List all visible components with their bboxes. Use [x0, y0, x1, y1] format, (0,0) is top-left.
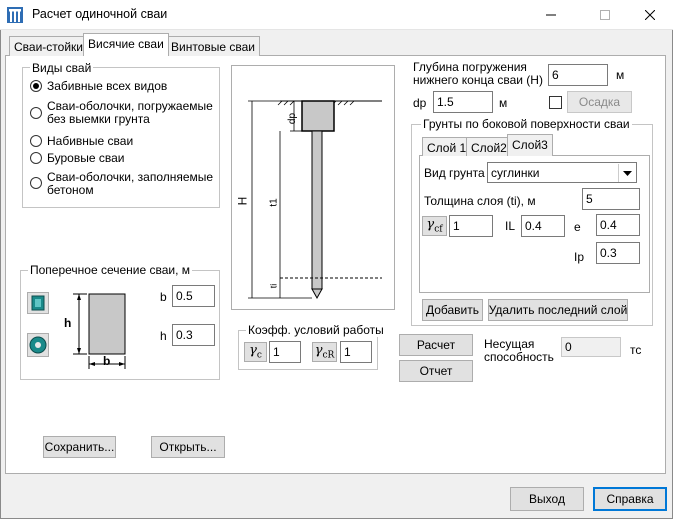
e-label: e — [574, 220, 581, 234]
chevron-down-icon — [618, 164, 635, 182]
soil-type-select[interactable]: суглинки — [487, 162, 637, 183]
open-button[interactable]: Открыть... — [151, 436, 225, 458]
diagram-b-label: b — [103, 354, 111, 368]
dp-label: dp — [413, 96, 427, 110]
thickness-label: Толщина слоя (ti), м — [424, 194, 536, 208]
tab-friction-piles[interactable]: Висячие сваи — [83, 33, 169, 56]
b-input[interactable] — [172, 285, 215, 307]
diagram-h-label: h — [64, 316, 72, 330]
e-input[interactable] — [596, 214, 640, 236]
h-label: h — [160, 329, 167, 343]
add-layer-button[interactable]: Добавить — [422, 299, 483, 321]
gamma-cf-button[interactable]: γcf — [422, 216, 447, 236]
radio-cast-piles[interactable] — [30, 135, 42, 147]
round-section-button[interactable] — [27, 333, 49, 357]
soils-title: Грунты по боковой поверхности сваи — [421, 117, 632, 131]
help-button[interactable]: Справка — [593, 487, 667, 511]
tab-layer-3[interactable]: Слой3 — [507, 134, 553, 156]
gamma-c-input[interactable] — [269, 341, 301, 363]
radio-filled-shell-piles[interactable] — [30, 177, 42, 189]
dp-input[interactable] — [433, 91, 493, 113]
maximize-button[interactable] — [582, 0, 628, 30]
radio-driven-piles[interactable] — [30, 80, 42, 92]
diagram-dp-label: dp — [287, 112, 299, 125]
radio-shell-piles[interactable] — [30, 107, 42, 119]
il-label: IL — [505, 219, 516, 233]
ip-input[interactable] — [596, 242, 640, 264]
save-button[interactable]: Сохранить... — [43, 436, 116, 458]
radio-bored-piles-label: Буровые сваи — [47, 151, 125, 165]
gamma-cf-input[interactable] — [449, 215, 493, 237]
h-input[interactable] — [172, 324, 215, 346]
capacity-value: 0 — [561, 337, 621, 357]
ip-label: Ip — [574, 250, 585, 264]
depth-unit: м — [616, 68, 625, 82]
report-button[interactable]: Отчет — [399, 360, 473, 382]
radio-shell-piles-label: Сваи-оболочки, погружаемые без выемки гр… — [47, 99, 213, 126]
depth-input[interactable] — [548, 64, 608, 86]
rectangle-section-icon — [31, 295, 45, 311]
cross-section-title: Поперечное сечение сваи, м — [28, 263, 193, 277]
close-button[interactable] — [627, 0, 673, 30]
dp-unit: м — [499, 96, 508, 110]
radio-driven-piles-label: Забивные всех видов — [47, 79, 168, 93]
tab-layer-1[interactable]: Слой 1 — [422, 137, 472, 156]
thickness-input[interactable] — [582, 188, 640, 210]
capacity-label: Несущая способность — [484, 337, 554, 364]
close-icon — [645, 10, 655, 20]
radio-cast-piles-label: Набивные сваи — [47, 134, 134, 148]
diagram-ti-label: ti — [268, 283, 279, 289]
gamma-cr-input[interactable] — [340, 341, 372, 363]
pile-types-title: Виды свай — [30, 61, 94, 75]
rect-section-button[interactable] — [27, 292, 49, 314]
settle-button[interactable]: Осадка — [567, 91, 632, 113]
tab-end-bearing-piles[interactable]: Сваи-стойки — [9, 36, 88, 56]
diagram-t1-label: t1 — [268, 198, 280, 207]
b-label: b — [160, 290, 167, 304]
maximize-icon — [600, 10, 610, 20]
minimize-icon — [546, 14, 556, 16]
pile-diagram — [231, 65, 395, 310]
exit-button[interactable]: Выход — [510, 487, 584, 511]
minimize-button[interactable] — [528, 0, 574, 30]
calc-button[interactable]: Расчет — [399, 334, 473, 356]
capacity-unit: тс — [630, 343, 642, 357]
gamma-cf-symbol: γcf — [426, 217, 443, 235]
circle-section-icon — [29, 336, 47, 354]
diagram-H-label: H — [235, 196, 250, 206]
app-icon — [6, 6, 24, 24]
delete-layer-button[interactable]: Удалить последний слой — [488, 299, 628, 321]
depth-label: Глубина погружения нижнего конца сваи (H… — [413, 60, 543, 87]
gamma-c-button[interactable]: γc — [244, 342, 267, 362]
gamma-cr-button[interactable]: γcR — [312, 342, 337, 362]
tab-screw-piles[interactable]: Винтовые сваи — [166, 36, 260, 56]
settle-checkbox[interactable] — [549, 96, 562, 109]
gamma-c-symbol: γc — [249, 343, 262, 361]
soil-type-label: Вид грунта — [424, 166, 485, 180]
coeff-title: Коэфф. условий работы — [246, 323, 386, 337]
radio-bored-piles[interactable] — [30, 152, 42, 164]
soil-type-value: суглинки — [491, 166, 540, 180]
il-input[interactable] — [521, 215, 565, 237]
radio-filled-shell-piles-label: Сваи-оболочки, заполняемые бетоном — [47, 170, 214, 197]
window-title: Расчет одиночной сваи — [32, 7, 168, 21]
tab-layer-2[interactable]: Слой2 — [466, 137, 512, 156]
gamma-cr-symbol: γcR — [314, 343, 335, 361]
